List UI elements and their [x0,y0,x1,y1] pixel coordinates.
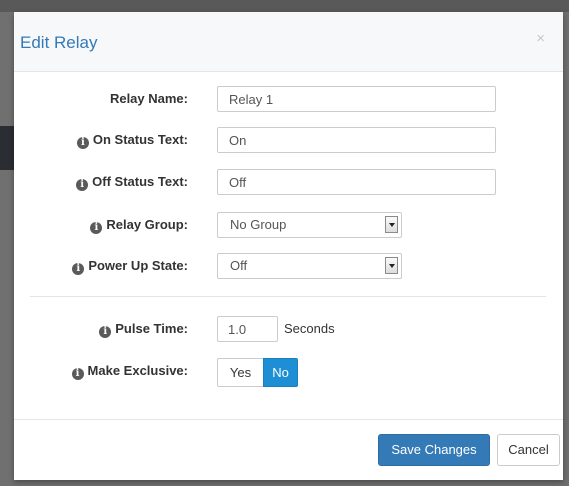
pulse-time-label: i Pulse Time: [14,316,188,342]
relay-name-row: Relay Name: [14,86,563,112]
section-divider [30,296,546,297]
power-up-state-select[interactable]: Off [217,253,402,279]
dialog-header: Edit Relay × [14,12,563,72]
pulse-time-row: iPulse Time: Seconds [14,316,563,342]
backdrop-top-bar [0,0,569,12]
no-button[interactable]: No [263,358,298,387]
off-status-text-row: i Off Status Text: [14,169,563,195]
pulse-time-input[interactable] [217,316,278,342]
power-up-state-label: i Power Up State: [14,253,188,279]
backdrop-left-strip [0,12,14,126]
on-status-text-row: i On Status Text: [14,127,563,153]
chevron-down-icon[interactable] [385,257,398,274]
dialog-title: Edit Relay [20,33,98,52]
edit-relay-dialog: Edit Relay × Relay Name: iOn Status Text… [14,12,563,480]
dialog-footer: Save Changes Cancel [14,419,563,480]
relay-name-label: Relay Name: [109,91,188,106]
backdrop-left-strip-dark [0,126,14,170]
info-icon[interactable]: i [76,179,89,191]
make-exclusive-row: i Make Exclusive: Yes No [14,358,563,387]
pulse-time-unit: Seconds [284,321,335,336]
info-icon[interactable]: i [72,263,85,275]
info-icon[interactable]: i [71,368,84,380]
yes-button[interactable]: Yes [217,358,263,387]
power-up-state-selected-value: Off [230,258,248,273]
info-icon[interactable]: i [76,137,89,149]
relay-group-row: i Relay Group: No Group [14,212,563,238]
backdrop-bottom-strip [0,480,569,486]
save-changes-button[interactable]: Save Changes [378,434,490,466]
on-status-text-label: i On Status Text: [14,127,188,153]
on-status-text-input[interactable] [217,127,496,153]
relay-group-select[interactable]: No Group [217,212,402,238]
relay-group-selected-value: No Group [230,217,287,232]
power-up-state-row: i Power Up State: Off [14,253,563,279]
info-icon[interactable]: i [99,326,112,338]
make-exclusive-label: i Make Exclusive: [14,358,188,384]
off-status-text-label: i Off Status Text: [14,169,188,195]
relay-name-input[interactable] [217,86,496,112]
chevron-down-icon[interactable] [385,216,398,233]
cancel-button[interactable]: Cancel [497,434,560,466]
info-icon[interactable]: i [90,222,103,234]
backdrop-left-strip [0,170,14,486]
close-icon[interactable]: × [536,30,545,47]
relay-group-label: i Relay Group: [14,212,188,238]
off-status-text-input[interactable] [217,169,496,195]
backdrop-right-strip [563,12,569,486]
